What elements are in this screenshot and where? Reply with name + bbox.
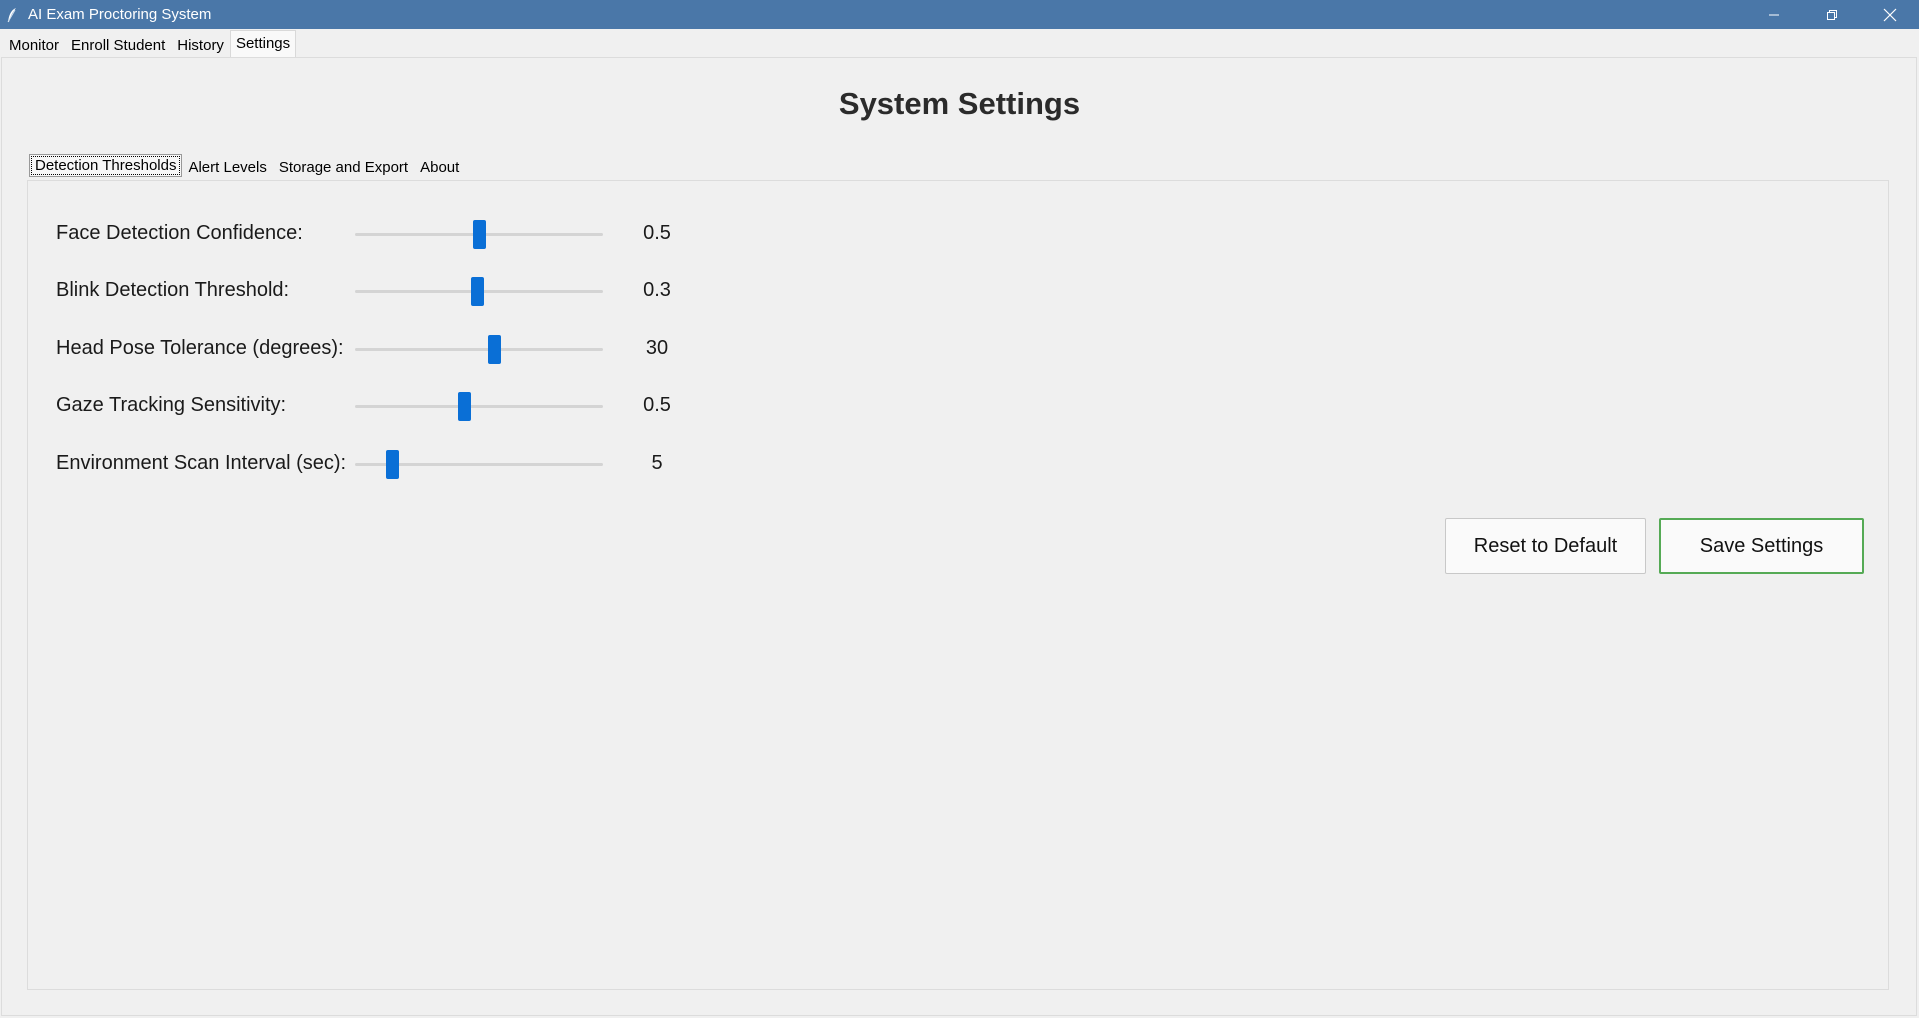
head-pose-tolerance-value: 30 xyxy=(645,337,669,359)
blink-detection-threshold-label: Blink Detection Threshold: xyxy=(56,279,290,301)
environment-scan-interval-slider[interactable] xyxy=(355,450,603,479)
environment-scan-interval-row: Environment Scan Interval (sec): 5 xyxy=(56,449,676,479)
minimize-button[interactable] xyxy=(1745,0,1803,29)
window-controls xyxy=(1745,0,1919,29)
face-detection-confidence-row: Face Detection Confidence: 0.5 xyxy=(56,219,676,249)
close-button[interactable] xyxy=(1861,0,1919,29)
gaze-tracking-sensitivity-value: 0.5 xyxy=(643,394,671,416)
tab-history[interactable]: History xyxy=(171,33,230,57)
gaze-tracking-sensitivity-row: Gaze Tracking Sensitivity: 0.5 xyxy=(56,391,676,421)
tab-monitor[interactable]: Monitor xyxy=(3,33,65,57)
close-icon xyxy=(1883,8,1897,21)
tab-about[interactable]: About xyxy=(414,155,465,179)
minimize-icon xyxy=(1769,14,1779,15)
environment-scan-interval-value: 5 xyxy=(651,452,663,474)
tab-enroll-student[interactable]: Enroll Student xyxy=(65,33,171,57)
page-title: System Settings xyxy=(838,86,1081,121)
slider-thumb[interactable] xyxy=(386,450,399,479)
tab-settings[interactable]: Settings xyxy=(229,30,297,57)
slider-thumb[interactable] xyxy=(473,220,486,249)
gaze-tracking-sensitivity-slider[interactable] xyxy=(355,392,603,421)
head-pose-tolerance-label: Head Pose Tolerance (degrees): xyxy=(56,337,344,359)
save-settings-button[interactable]: Save Settings xyxy=(1659,518,1864,574)
restore-button[interactable] xyxy=(1803,0,1861,29)
environment-scan-interval-label: Environment Scan Interval (sec): xyxy=(56,452,347,474)
window-title: AI Exam Proctoring System xyxy=(28,6,212,23)
title-bar: AI Exam Proctoring System xyxy=(0,0,1919,29)
reset-to-default-button[interactable]: Reset to Default xyxy=(1445,518,1646,574)
slider-thumb[interactable] xyxy=(471,277,484,306)
settings-tab-bar: Detection Thresholds Alert Levels Storag… xyxy=(29,153,465,179)
main-tab-bar: Monitor Enroll Student History Settings xyxy=(3,30,297,57)
tab-detection-thresholds[interactable]: Detection Thresholds xyxy=(29,154,183,177)
gaze-tracking-sensitivity-label: Gaze Tracking Sensitivity: xyxy=(56,394,287,416)
blink-detection-threshold-value: 0.3 xyxy=(643,279,671,301)
restore-icon xyxy=(1827,9,1837,20)
head-pose-tolerance-slider[interactable] xyxy=(355,335,603,364)
blink-detection-threshold-row: Blink Detection Threshold: 0.3 xyxy=(56,276,676,306)
slider-thumb[interactable] xyxy=(488,335,501,364)
face-detection-confidence-slider[interactable] xyxy=(355,220,603,249)
slider-thumb[interactable] xyxy=(458,392,471,421)
face-detection-confidence-value: 0.5 xyxy=(643,222,671,244)
feather-icon xyxy=(6,7,20,23)
tab-alert-levels[interactable]: Alert Levels xyxy=(182,155,272,179)
head-pose-tolerance-row: Head Pose Tolerance (degrees): 30 xyxy=(56,334,676,364)
tab-storage-and-export[interactable]: Storage and Export xyxy=(273,155,414,179)
face-detection-confidence-label: Face Detection Confidence: xyxy=(56,222,303,244)
blink-detection-threshold-slider[interactable] xyxy=(355,277,603,306)
